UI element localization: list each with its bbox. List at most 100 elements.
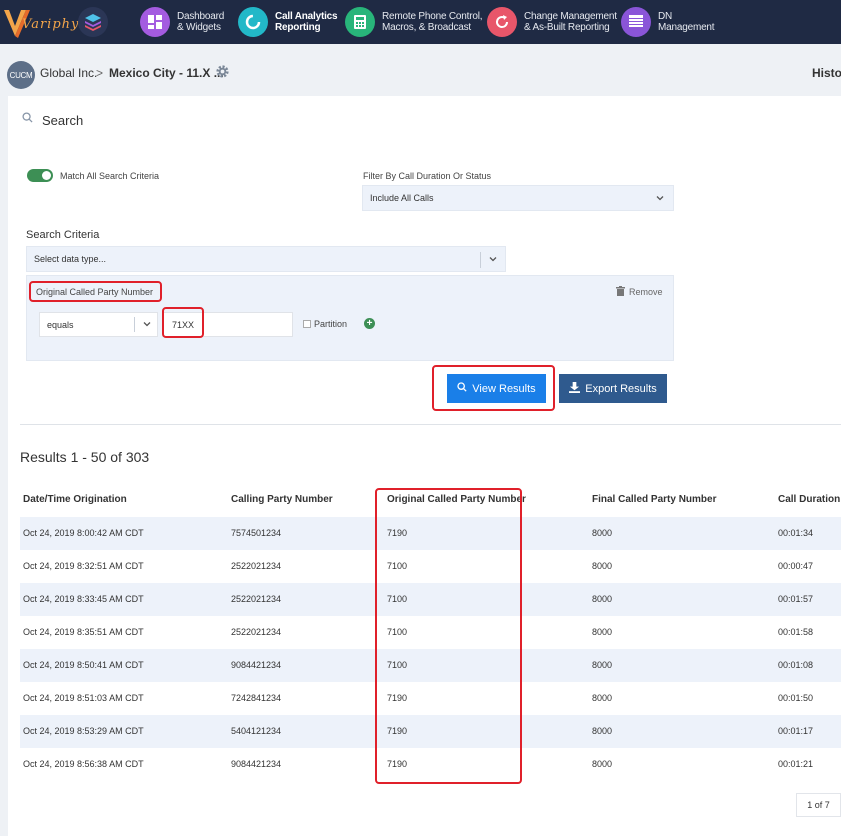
cell-duration: 00:01:57 — [778, 594, 814, 604]
operator-value: equals — [47, 319, 74, 330]
chevron-down-icon — [143, 320, 151, 330]
pagination-select[interactable]: 1 of 7 — [796, 793, 841, 817]
cell-original-called: 7100 — [387, 660, 408, 670]
gear-icon[interactable] — [215, 64, 230, 84]
cell-duration: 00:01:58 — [778, 627, 814, 637]
analytics-icon — [238, 7, 268, 37]
table-row[interactable]: Oct 24, 2019 8:00:42 AM CDT 7574501234 7… — [20, 517, 841, 550]
cell-calling-party: 2522021234 — [231, 561, 282, 571]
nav-label: Remote Phone Control, Macros, & Broadcast — [382, 11, 483, 33]
cell-calling-party: 2522021234 — [231, 627, 282, 637]
cell-final-called: 8000 — [592, 594, 613, 604]
cell-duration: 00:01:34 — [778, 528, 814, 538]
refresh-icon — [487, 7, 517, 37]
filter-select[interactable]: Include All Calls — [362, 185, 674, 211]
cell-datetime: Oct 24, 2019 8:51:03 AM CDT — [23, 693, 144, 703]
results-title: Results 1 - 50 of 303 — [20, 449, 150, 465]
chevron-down-icon — [656, 194, 664, 204]
column-header-final-called[interactable]: Final Called Party Number — [592, 494, 716, 505]
select-divider — [480, 252, 481, 268]
match-all-label: Match All Search Criteria — [60, 171, 160, 181]
list-icon — [621, 7, 651, 37]
cell-original-called: 7190 — [387, 726, 408, 736]
cell-calling-party: 7574501234 — [231, 528, 282, 538]
nav-home-stack[interactable] — [78, 4, 108, 40]
cell-calling-party: 2522021234 — [231, 594, 282, 604]
cell-datetime: Oct 24, 2019 8:56:38 AM CDT — [23, 759, 144, 769]
table-row[interactable]: Oct 24, 2019 8:53:29 AM CDT 5404121234 7… — [20, 715, 841, 748]
cell-datetime: Oct 24, 2019 8:53:29 AM CDT — [23, 726, 144, 736]
logo-text: Variphy — [22, 17, 80, 32]
column-header-duration[interactable]: Call Duration (hh:mm:ss) — [778, 494, 841, 505]
table-row[interactable]: Oct 24, 2019 8:32:51 AM CDT 2522021234 7… — [20, 550, 841, 583]
cell-original-called: 7100 — [387, 627, 408, 637]
table-row[interactable]: Oct 24, 2019 8:33:45 AM CDT 2522021234 7… — [20, 583, 841, 616]
nav-dn-management[interactable]: DN Management — [621, 4, 768, 40]
nav-label: Change Management & As-Built Reporting — [524, 11, 617, 33]
table-row[interactable]: Oct 24, 2019 8:56:38 AM CDT 9084421234 7… — [20, 748, 841, 781]
cell-duration: 00:00:47 — [778, 561, 814, 571]
cell-final-called: 8000 — [592, 759, 613, 769]
cell-datetime: Oct 24, 2019 8:00:42 AM CDT — [23, 528, 144, 538]
criterion-value-input[interactable]: 71XX — [162, 312, 293, 337]
chevron-down-icon — [489, 255, 497, 265]
breadcrumb-separator: > — [96, 66, 104, 80]
dashboard-icon — [140, 7, 170, 37]
divider — [20, 424, 841, 425]
top-navigation-bar: Variphy Dashboard & Widgets Call Analytic… — [0, 0, 841, 44]
search-title: Search — [42, 113, 84, 128]
column-header-original-called[interactable]: Original Called Party Number — [387, 494, 526, 505]
cell-calling-party: 7242841234 — [231, 693, 282, 703]
view-results-button[interactable]: View Results — [447, 374, 546, 403]
phone-grid-icon — [345, 7, 375, 37]
table-row[interactable]: Oct 24, 2019 8:50:41 AM CDT 9084421234 7… — [20, 649, 841, 682]
table-row[interactable]: Oct 24, 2019 8:35:51 AM CDT 2522021234 7… — [20, 616, 841, 649]
nav-change-management[interactable]: Change Management & As-Built Reporting — [487, 4, 634, 40]
nav-remote-phone-control[interactable]: Remote Phone Control, Macros, & Broadcast — [345, 4, 492, 40]
cell-final-called: 8000 — [592, 627, 613, 637]
view-results-label: View Results — [472, 382, 536, 395]
cell-final-called: 8000 — [592, 726, 613, 736]
select-divider — [134, 317, 135, 332]
cell-final-called: 8000 — [592, 660, 613, 670]
match-all-toggle[interactable] — [27, 169, 53, 182]
breadcrumb-org[interactable]: Global Inc. — [40, 66, 97, 80]
table-row[interactable]: Oct 24, 2019 8:51:03 AM CDT 7242841234 7… — [20, 682, 841, 715]
trash-icon — [616, 286, 625, 298]
cell-calling-party: 9084421234 — [231, 660, 282, 670]
partition-checkbox[interactable] — [303, 320, 311, 328]
search-criteria-label: Search Criteria — [26, 229, 100, 241]
cell-final-called: 8000 — [592, 693, 613, 703]
operator-select[interactable]: equals — [39, 312, 158, 337]
search-icon — [22, 110, 33, 128]
export-results-button[interactable]: Export Results — [559, 374, 667, 403]
cell-datetime: Oct 24, 2019 8:32:51 AM CDT — [23, 561, 144, 571]
cell-duration: 00:01:08 — [778, 660, 814, 670]
history-link[interactable]: History — [812, 66, 841, 80]
export-results-label: Export Results — [585, 382, 657, 395]
remove-label: Remove — [629, 287, 663, 297]
column-header-calling-party[interactable]: Calling Party Number — [231, 494, 333, 505]
layers-icon — [78, 7, 108, 37]
cluster-avatar[interactable]: CUCM — [7, 61, 35, 89]
data-type-select[interactable]: Select data type... — [26, 246, 506, 272]
criterion-field-label: Original Called Party Number — [36, 287, 154, 297]
cell-duration: 00:01:21 — [778, 759, 814, 769]
variphy-logo[interactable]: Variphy — [2, 4, 78, 40]
remove-criterion-button[interactable]: Remove — [616, 286, 663, 298]
cell-calling-party: 5404121234 — [231, 726, 282, 736]
column-header-datetime[interactable]: Date/Time Origination — [23, 494, 127, 505]
cell-original-called: 7190 — [387, 693, 408, 703]
filter-label: Filter By Call Duration Or Status — [363, 171, 492, 181]
cell-original-called: 7190 — [387, 528, 408, 538]
data-type-placeholder: Select data type... — [34, 254, 107, 264]
cell-datetime: Oct 24, 2019 8:35:51 AM CDT — [23, 627, 144, 637]
cell-duration: 00:01:50 — [778, 693, 814, 703]
cell-datetime: Oct 24, 2019 8:33:45 AM CDT — [23, 594, 144, 604]
breadcrumb-site[interactable]: Mexico City - 11.X ... — [109, 66, 224, 80]
cell-duration: 00:01:17 — [778, 726, 814, 736]
search-icon — [457, 382, 467, 395]
cell-datetime: Oct 24, 2019 8:50:41 AM CDT — [23, 660, 144, 670]
download-icon — [569, 381, 581, 396]
add-criterion-button[interactable]: + — [364, 318, 375, 329]
